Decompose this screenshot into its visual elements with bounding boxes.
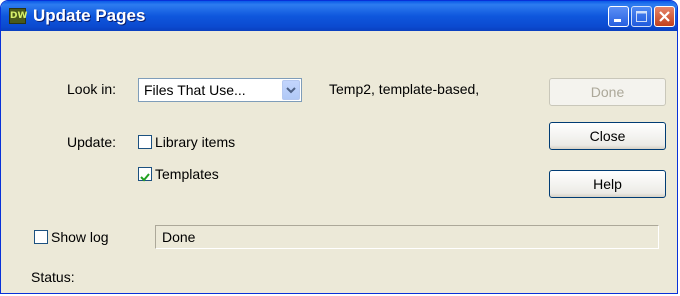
chevron-down-icon bbox=[286, 87, 296, 94]
done-button[interactable]: Done bbox=[549, 78, 666, 106]
show-log-label[interactable]: Show log bbox=[51, 229, 109, 245]
maximize-button[interactable] bbox=[631, 6, 652, 27]
look-in-value: Files That Use... bbox=[144, 82, 246, 98]
window-title: Update Pages bbox=[33, 6, 146, 25]
checkmark-icon bbox=[140, 173, 150, 182]
look-in-dropdown[interactable]: Files That Use... bbox=[138, 78, 302, 102]
help-button[interactable]: Help bbox=[549, 170, 666, 198]
close-button[interactable]: Close bbox=[549, 122, 666, 150]
update-label: Update: bbox=[67, 134, 117, 150]
log-status-field: Done bbox=[155, 225, 659, 249]
update-pages-dialog: DW Update Pages Look in: Files That Use.… bbox=[0, 0, 678, 294]
title-bar[interactable]: DW Update Pages bbox=[1, 1, 677, 31]
look-in-label: Look in: bbox=[67, 81, 117, 97]
dreamweaver-app-icon: DW bbox=[9, 8, 27, 24]
library-items-label[interactable]: Library items bbox=[155, 134, 235, 150]
show-log-checkbox[interactable] bbox=[34, 230, 48, 244]
look-in-info-text: Temp2, template-based, bbox=[329, 81, 480, 97]
library-items-checkbox[interactable] bbox=[138, 135, 152, 149]
status-label: Status: bbox=[31, 269, 75, 285]
minimize-icon bbox=[614, 19, 621, 22]
maximize-icon bbox=[636, 11, 647, 22]
log-status-text: Done bbox=[162, 229, 196, 245]
minimize-button[interactable] bbox=[608, 6, 629, 27]
templates-checkbox[interactable] bbox=[138, 167, 152, 182]
templates-label[interactable]: Templates bbox=[155, 166, 219, 182]
close-window-button[interactable] bbox=[654, 6, 675, 27]
close-icon bbox=[659, 11, 670, 22]
dropdown-arrow-button[interactable] bbox=[282, 80, 300, 100]
